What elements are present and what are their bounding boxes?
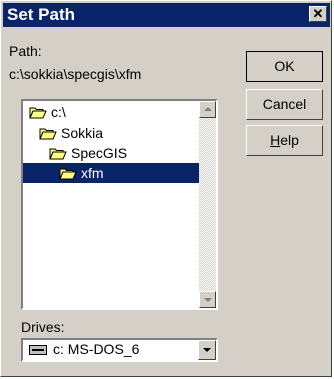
directory-listbox[interactable]: c:\ Sokkia SpecGIS xfm [21, 99, 218, 310]
open-folder-icon [39, 128, 57, 140]
cancel-button[interactable]: Cancel [246, 89, 323, 120]
directory-item-label: xfm [81, 165, 104, 181]
close-button[interactable]: ✕ [309, 6, 327, 22]
path-value: c:\sokkia\specgis\xfm [9, 66, 142, 82]
scroll-up-button[interactable] [199, 101, 216, 118]
directory-item-sokkia[interactable]: Sokkia [39, 123, 103, 143]
dialog-title: Set Path [7, 5, 76, 24]
drives-label: Drives: [21, 319, 65, 335]
directory-item-specgis[interactable]: SpecGIS [49, 143, 127, 163]
cancel-button-label: Cancel [262, 96, 307, 112]
directory-item-xfm[interactable]: xfm [23, 163, 199, 183]
open-folder-icon [29, 107, 47, 119]
arrow-up-icon [204, 107, 212, 111]
close-icon: ✕ [312, 6, 324, 21]
set-path-dialog: Set Path ✕ Path: c:\sokkia\specgis\xfm O… [0, 0, 332, 377]
chevron-down-icon [203, 348, 211, 352]
open-folder-icon [59, 168, 77, 180]
arrow-down-icon [204, 298, 212, 302]
open-folder-icon [49, 148, 67, 160]
directory-item-label: Sokkia [61, 125, 104, 141]
directory-item-label: SpecGIS [71, 145, 128, 161]
help-button[interactable]: Help [246, 125, 323, 156]
ok-button[interactable]: OK [246, 51, 323, 82]
drives-selected-value: c: MS-DOS_6 [53, 341, 140, 357]
directory-item-label: c:\ [51, 104, 66, 120]
scroll-down-button[interactable] [199, 291, 216, 308]
help-mnemonic: H [270, 132, 281, 148]
directory-item-root[interactable]: c:\ [29, 102, 66, 122]
hard-drive-icon [29, 345, 47, 355]
help-button-label: elp [280, 132, 299, 148]
directory-scrollbar[interactable] [199, 101, 216, 308]
path-label: Path: [9, 43, 42, 59]
drives-dropdown-button[interactable] [198, 340, 216, 360]
title-bar: Set Path ✕ [3, 3, 330, 27]
ok-button-label: OK [274, 58, 295, 74]
drives-dropdown[interactable]: c: MS-DOS_6 [21, 338, 218, 362]
